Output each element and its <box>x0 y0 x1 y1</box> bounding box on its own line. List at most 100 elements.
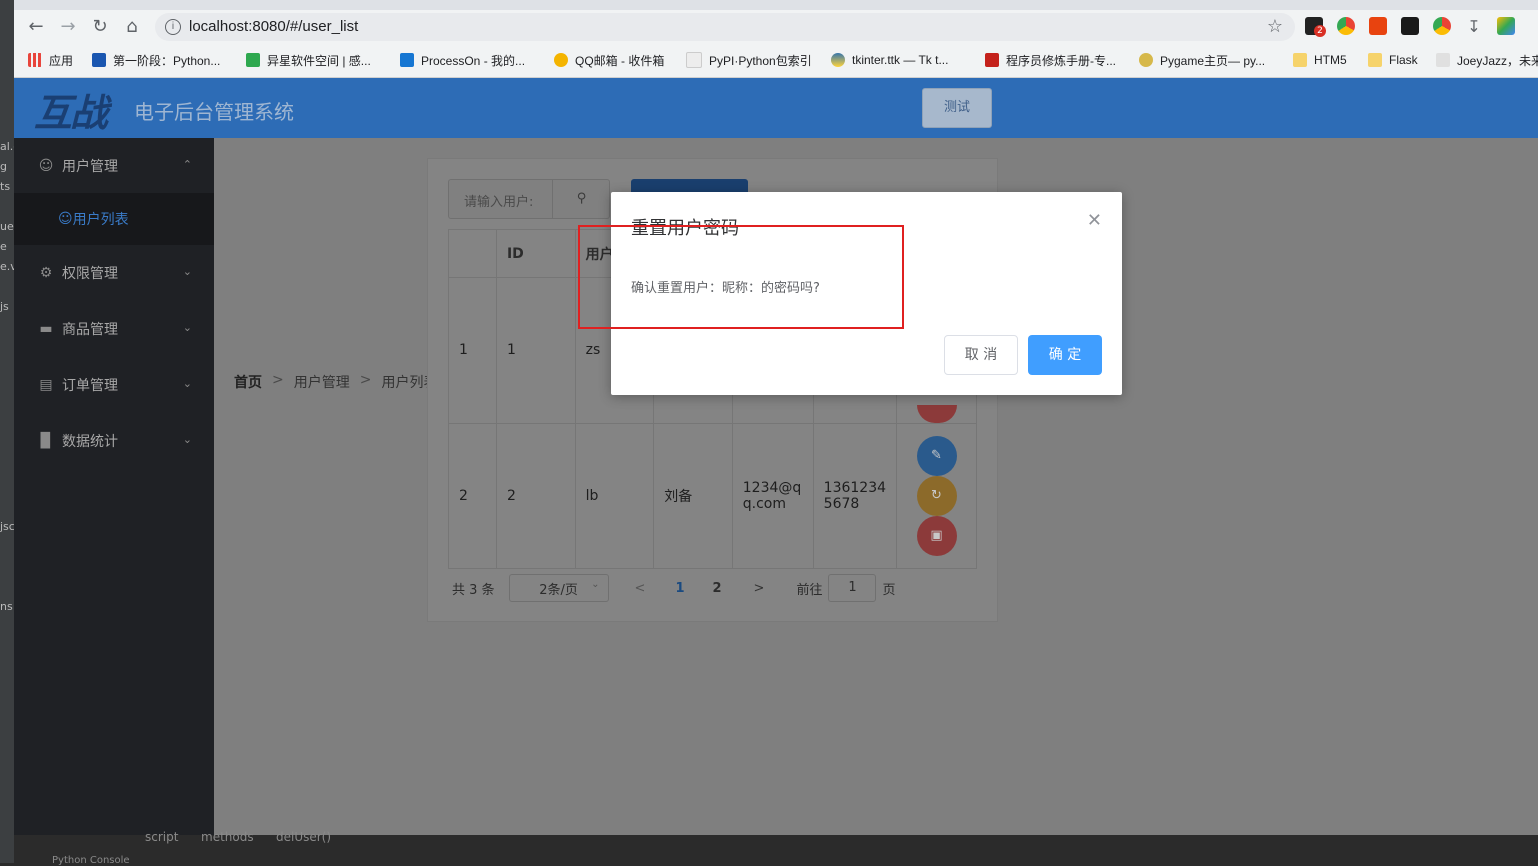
bookmark-item[interactable]: ProcessOn - 我的... <box>400 52 525 68</box>
column-header <box>448 228 497 279</box>
sidebar-item-label: 商品管理 <box>62 322 118 338</box>
ide-fragment: e.v <box>0 260 14 273</box>
breadcrumb-separator: > <box>272 372 284 388</box>
cancel-button[interactable]: 取 消 <box>944 335 1018 375</box>
extension-badge: 2 <box>1314 25 1326 37</box>
ide-path-item: methods <box>201 830 254 844</box>
bookmark-folder[interactable]: HTM5 <box>1293 52 1347 68</box>
delete-button[interactable] <box>916 404 957 423</box>
reload-icon[interactable]: ↻ <box>88 17 112 37</box>
table-cell: 2 <box>448 422 497 570</box>
chevron-down-icon: ⌄ <box>591 579 600 590</box>
breadcrumb-home[interactable]: 首页 <box>234 372 262 392</box>
back-icon[interactable]: ← <box>24 17 48 37</box>
table-cell: 1 <box>495 277 576 424</box>
refresh-icon: ↻ <box>931 487 942 503</box>
home-icon[interactable]: ⌂ <box>120 17 144 37</box>
page-number[interactable]: 2 <box>713 581 722 596</box>
bookmark-folder[interactable]: Flask <box>1368 52 1418 68</box>
tab-strip <box>14 0 1538 10</box>
sidebar-item-label: 订单管理 <box>62 378 118 394</box>
search-input[interactable]: 请输入用户: ⚲ <box>448 179 610 219</box>
url-text[interactable]: localhost:8080/#/user_list <box>189 18 358 35</box>
sidebar-item-order-management[interactable]: ▤ 订单管理 ⌄ <box>14 357 214 413</box>
sidebar-item-label: 用户管理 <box>62 159 118 175</box>
ide-panel-label: Python Console <box>52 855 130 866</box>
ide-fragment: g <box>0 160 7 173</box>
sidebar: ☺ 用户管理 ⌃ ☺ 用户列表 ⚙ 权限管理 ⌄ ▬ 商品管理 ⌄ ▤ 订单管理… <box>14 138 214 835</box>
logo: 互战 <box>34 91 108 135</box>
ide-left-strip: al.c g ts ue e e.v js jsc ns <box>0 0 14 863</box>
bookmark-item[interactable]: 程序员修炼手册-专... <box>985 52 1116 68</box>
download-icon[interactable]: ↧ <box>1465 17 1483 36</box>
breadcrumb-item: 用户管理 <box>293 375 350 391</box>
chrome-extension-icon[interactable] <box>1433 17 1451 35</box>
ide-fragment: e <box>0 240 7 253</box>
ide-fragment: jsc <box>0 520 14 533</box>
bookmark-item[interactable]: PyPI·Python包索引 <box>686 52 812 68</box>
bookmark-item[interactable]: 异星软件空间 | 感... <box>246 52 371 68</box>
pagination: 共 3 条 2条/页 ⌄ < 1 2 > 前往 1 页 <box>452 574 896 602</box>
bookmark-item[interactable]: tkinter.ttk — Tk t... <box>831 52 948 68</box>
drive-extension-icon[interactable] <box>1497 17 1515 35</box>
sidebar-item-goods-management[interactable]: ▬ 商品管理 ⌄ <box>14 301 214 357</box>
bookmark-apps[interactable]: 应用 <box>28 52 73 68</box>
close-icon[interactable]: ✕ <box>1087 210 1102 231</box>
bookmark-item[interactable]: Pygame主页— py... <box>1139 52 1265 68</box>
bookmark-item[interactable]: JoeyJazz，未来 <box>1436 52 1538 68</box>
table-cell: 刘备 <box>653 422 733 570</box>
ide-bottom-bar: script methods delUser() Python Console <box>14 830 1538 866</box>
sidebar-item-label: 权限管理 <box>62 266 118 282</box>
ide-fragment: ts <box>0 180 11 193</box>
sidebar-item-permission-management[interactable]: ⚙ 权限管理 ⌄ <box>14 245 214 301</box>
office-extension-icon[interactable] <box>1369 17 1387 35</box>
app-title: 电子后台管理系统 <box>134 100 294 124</box>
bookmark-star-icon[interactable]: ☆ <box>1267 16 1283 37</box>
user-icon: ☺ <box>58 211 73 227</box>
chevron-down-icon: ⌄ <box>182 377 192 390</box>
ide-path-item: delUser() <box>276 830 332 844</box>
pencil-icon: ✎ <box>931 447 942 463</box>
table-cell: ✎ ↻ ▣ <box>896 422 977 570</box>
table-row: 2 2 lb 刘备 1234@q q.com 1361234 5678 ✎ ↻ … <box>448 422 977 570</box>
user-icon: ☺ <box>38 158 54 174</box>
prev-page-icon[interactable]: < <box>635 581 646 596</box>
goods-icon: ▬ <box>39 321 53 337</box>
search-icon[interactable]: ⚲ <box>552 180 610 218</box>
breadcrumb: 首页 > 用户管理 > 用户列表 <box>234 372 437 392</box>
extension-icon[interactable]: 2 <box>1305 17 1326 37</box>
goto-label: 前往 <box>796 582 823 598</box>
chrome-extension-icon[interactable] <box>1337 17 1355 35</box>
info-icon[interactable]: i <box>165 19 181 35</box>
test-button[interactable]: 测试 <box>922 88 992 128</box>
table-cell: lb <box>574 422 655 570</box>
bookmark-item[interactable]: 第一阶段：Python... <box>92 52 220 68</box>
forward-icon[interactable]: → <box>56 17 80 37</box>
page-suffix: 页 <box>882 582 896 598</box>
goto-page-input[interactable]: 1 <box>828 574 877 602</box>
y-extension-icon[interactable] <box>1401 17 1419 35</box>
sidebar-item-user-management[interactable]: ☺ 用户管理 ⌃ <box>14 138 214 194</box>
reset-password-button[interactable]: ↻ <box>916 475 957 516</box>
bookmark-item[interactable]: QQ邮箱 - 收件箱 <box>554 52 664 68</box>
chevron-down-icon: ⌄ <box>182 433 192 446</box>
delete-button[interactable]: ▣ <box>916 515 957 556</box>
pagination-total: 共 3 条 <box>452 582 495 598</box>
ide-fragment: ue <box>0 220 14 233</box>
column-header: ID <box>495 228 576 279</box>
ide-fragment: js <box>0 300 9 313</box>
edit-button[interactable]: ✎ <box>916 435 957 476</box>
page-size-value: 2条/页 <box>539 582 578 598</box>
search-placeholder: 请输入用户: <box>464 195 534 210</box>
address-bar[interactable]: i localhost:8080/#/user_list ☆ <box>155 13 1295 41</box>
next-page-icon[interactable]: > <box>754 581 765 596</box>
sidebar-item-user-list[interactable]: ☺ 用户列表 <box>14 193 214 245</box>
sidebar-item-statistics[interactable]: ▉ 数据统计 ⌄ <box>14 413 214 469</box>
sidebar-item-label: 用户列表 <box>72 212 129 228</box>
confirm-button[interactable]: 确 定 <box>1028 335 1102 375</box>
page-number[interactable]: 1 <box>675 581 684 596</box>
breadcrumb-separator: > <box>359 372 372 388</box>
table-cell: 1 <box>448 277 497 424</box>
annotation-highlight-box <box>578 225 904 329</box>
page-size-select[interactable]: 2条/页 ⌄ <box>508 574 609 602</box>
